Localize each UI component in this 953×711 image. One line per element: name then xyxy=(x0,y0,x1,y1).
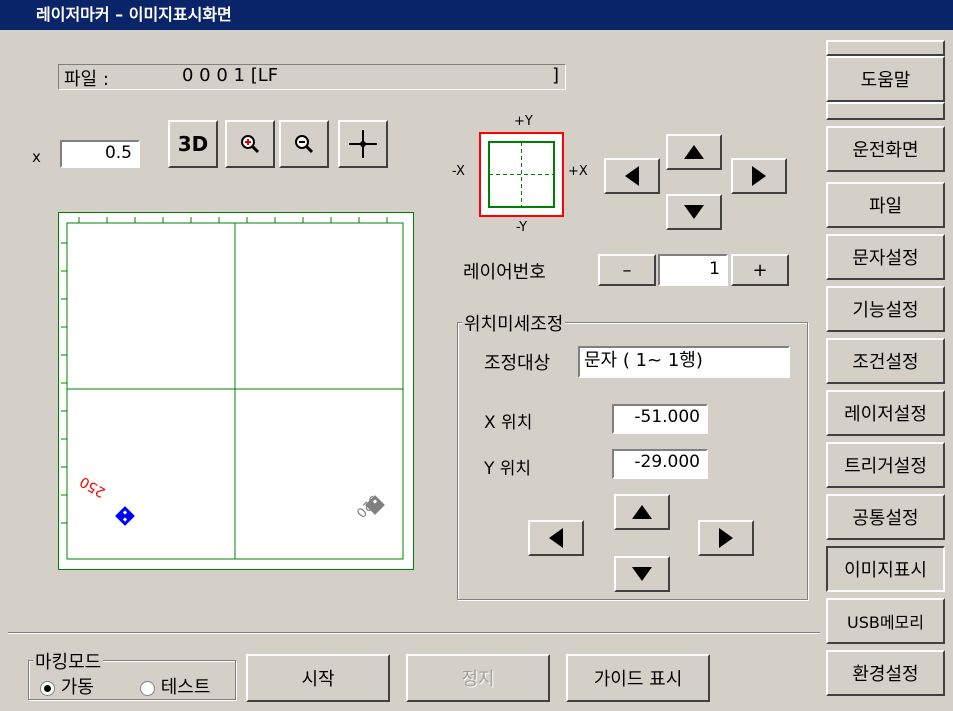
jog-up-button[interactable] xyxy=(666,134,722,170)
bottom-divider xyxy=(8,632,820,634)
mark-left-block xyxy=(115,506,135,526)
arrow-right-icon xyxy=(719,528,733,548)
file-bracket: ] xyxy=(552,65,560,86)
layer-plus-button[interactable]: + xyxy=(731,254,789,286)
sidebar-top-spacer xyxy=(826,40,945,56)
axis-plus-y: +Y xyxy=(514,114,533,129)
layer-input[interactable]: 1 xyxy=(658,254,728,286)
fine-right-button[interactable] xyxy=(698,520,754,556)
jog-down-button[interactable] xyxy=(666,194,722,230)
3d-view-button[interactable]: 3D xyxy=(168,120,218,168)
y-position-input[interactable]: -29.000 xyxy=(612,449,708,479)
arrow-left-icon xyxy=(549,528,563,548)
axis-minus-x: -X xyxy=(452,164,465,179)
sidebar-item-common-settings[interactable]: 공통설정 xyxy=(826,494,945,540)
zoom-in-icon xyxy=(241,135,260,154)
arrow-down-icon xyxy=(684,205,704,219)
marking-mode-title: 마킹모드 xyxy=(33,648,104,674)
axis-indicator xyxy=(479,132,564,217)
target-label: 조정대상 xyxy=(484,353,551,374)
radio-checked-icon xyxy=(40,680,55,696)
file-display xyxy=(58,64,566,90)
sidebar-item-file[interactable]: 파일 xyxy=(826,182,945,228)
mode-run-label: 가동 xyxy=(60,677,94,698)
zoom-input[interactable]: 0.5 xyxy=(60,140,140,168)
y-position-label: Y 위치 xyxy=(484,459,532,479)
preview-ruler xyxy=(61,217,404,560)
jog-left-button[interactable] xyxy=(604,158,660,194)
arrow-up-icon xyxy=(684,145,704,159)
arrow-up-icon xyxy=(632,505,652,519)
jog-right-button[interactable] xyxy=(731,158,787,194)
fine-up-button[interactable] xyxy=(614,494,670,530)
x-position-input[interactable]: -51.000 xyxy=(612,404,708,434)
arrow-left-icon xyxy=(625,166,639,186)
image-preview: 250 250 xyxy=(58,212,414,570)
sidebar-item-function-settings[interactable]: 기능설정 xyxy=(826,286,945,332)
fine-left-button[interactable] xyxy=(528,520,584,556)
sidebar-item-usb-memory[interactable]: USB메모리 xyxy=(826,598,945,644)
zoom-in-button[interactable] xyxy=(225,120,275,168)
axis-minus-y: -Y xyxy=(516,220,528,235)
mode-test-label: 테스트 xyxy=(160,677,211,698)
target-field[interactable]: 문자 ( 1~ 1행) xyxy=(578,346,790,378)
sidebar-spacer xyxy=(826,102,945,120)
crosshair-icon xyxy=(349,130,377,158)
file-label: 파일 : xyxy=(64,69,109,90)
sidebar-item-environment-settings[interactable]: 환경설정 xyxy=(826,650,945,696)
fine-down-button[interactable] xyxy=(614,556,670,592)
zoom-out-icon xyxy=(295,135,314,154)
arrow-right-icon xyxy=(752,166,766,186)
sidebar-item-operation[interactable]: 운전화면 xyxy=(826,126,945,172)
zoom-out-button[interactable] xyxy=(279,120,329,168)
mark-left-text: 250 xyxy=(77,473,108,500)
layer-label: 레이어번호 xyxy=(463,262,546,283)
file-value: 0 0 0 1 [LF xyxy=(182,65,279,86)
zoom-label: x xyxy=(32,148,41,166)
start-button[interactable]: 시작 xyxy=(246,654,390,702)
layer-minus-button[interactable]: – xyxy=(598,254,656,286)
stop-button[interactable]: 정지 xyxy=(406,654,550,702)
3d-icon: 3D xyxy=(177,132,209,156)
x-position-label: X 위치 xyxy=(484,413,533,433)
sidebar-item-text-settings[interactable]: 문자설정 xyxy=(826,234,945,280)
sidebar-item-help[interactable]: 도움말 xyxy=(826,56,945,102)
mode-test-radio[interactable]: 테스트 xyxy=(140,673,210,699)
sidebar-item-image-display[interactable]: 이미지표시 xyxy=(826,546,945,592)
mode-run-radio[interactable]: 가동 xyxy=(40,673,94,699)
arrow-down-icon xyxy=(632,567,652,581)
radio-unchecked-icon xyxy=(140,680,155,696)
window-title: 레이저마커 – 이미지표시화면 xyxy=(0,0,953,30)
sidebar-item-laser-settings[interactable]: 레이저설정 xyxy=(826,390,945,436)
guide-display-button[interactable]: 가이드 표시 xyxy=(566,654,710,702)
sidebar-item-trigger-settings[interactable]: 트리거설정 xyxy=(826,442,945,488)
fine-adjust-title: 위치미세조정 xyxy=(462,310,566,336)
axis-plus-x: +X xyxy=(568,164,588,179)
mark-left: 250 xyxy=(77,473,108,500)
sidebar-item-condition-settings[interactable]: 조건설정 xyxy=(826,338,945,384)
crosshair-button[interactable] xyxy=(338,120,388,168)
